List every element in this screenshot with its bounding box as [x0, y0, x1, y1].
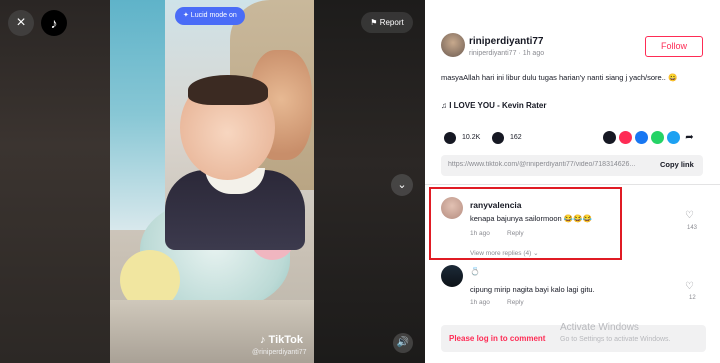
tiktok-logo-icon[interactable]: ♪ [41, 10, 67, 36]
video-player[interactable]: × ♪ ✦ Lucid mode on ⚑ Report ⌄ ♪ TikTok … [0, 0, 425, 363]
comment-heart-icon[interactable]: ♡ [685, 210, 694, 221]
facebook-icon[interactable] [635, 131, 648, 144]
activate-windows-title: Activate Windows [560, 322, 639, 333]
ring-icon: 💍 [470, 267, 480, 276]
comment-icon[interactable] [492, 132, 504, 144]
video-shelf [110, 0, 165, 230]
tiktok-watermark: ♪ TikTok [260, 334, 303, 346]
send-icon[interactable] [619, 131, 632, 144]
music-link[interactable]: ♫ I LOVE YOU - Kevin Rater [441, 101, 546, 110]
comment-text: cipung mirip nagita bayi kalo lagi gitu. [470, 285, 595, 294]
divider [425, 184, 720, 185]
video-blur-left [0, 0, 110, 363]
volume-icon[interactable]: 🔊 [393, 333, 413, 353]
copy-link-button[interactable]: Copy link [660, 160, 694, 169]
like-count: 10.2K [462, 134, 481, 141]
comment-heart-icon[interactable]: ♡ [685, 281, 694, 292]
author-subline: riniperdiyanti77 · 1h ago [469, 50, 545, 57]
avatar[interactable] [441, 33, 465, 57]
report-button[interactable]: ⚑ Report [361, 12, 413, 33]
video-baby-hair [188, 75, 268, 105]
twitter-icon[interactable] [667, 131, 680, 144]
comment-count: 162 [510, 134, 522, 141]
comment-like-count: 143 [687, 225, 698, 231]
whatsapp-icon[interactable] [651, 131, 664, 144]
login-link[interactable]: Please log in to comment [449, 334, 545, 343]
activate-windows-subtitle: Go to Settings to activate Windows. [560, 336, 671, 343]
comment-avatar[interactable] [441, 265, 463, 287]
lucid-mode-badge[interactable]: ✦ Lucid mode on [175, 7, 245, 25]
author-username[interactable]: riniperdiyanti77 [469, 36, 543, 47]
post-caption: masyaAllah hari ini libur dulu tugas har… [441, 73, 678, 82]
reply-button[interactable]: Reply [507, 299, 524, 306]
close-icon[interactable]: × [8, 10, 34, 36]
comment-time: 1h ago [470, 299, 490, 306]
embed-icon[interactable] [603, 131, 616, 144]
share-icon[interactable]: ➦ [683, 131, 696, 144]
watermark-username: @riniperdiyanti77 [252, 349, 307, 356]
details-panel: riniperdiyanti77 riniperdiyanti77 · 1h a… [425, 0, 720, 363]
comment-highlight-box [429, 187, 622, 260]
video-frame[interactable] [110, 0, 314, 363]
comment-like-count: 12 [689, 295, 696, 301]
heart-icon[interactable] [444, 132, 456, 144]
link-box: https://www.tiktok.com/@riniperdiyanti77… [441, 155, 703, 176]
follow-button[interactable]: Follow [645, 36, 703, 57]
video-url[interactable]: https://www.tiktok.com/@riniperdiyanti77… [448, 161, 648, 168]
chevron-down-icon[interactable]: ⌄ [391, 174, 413, 196]
